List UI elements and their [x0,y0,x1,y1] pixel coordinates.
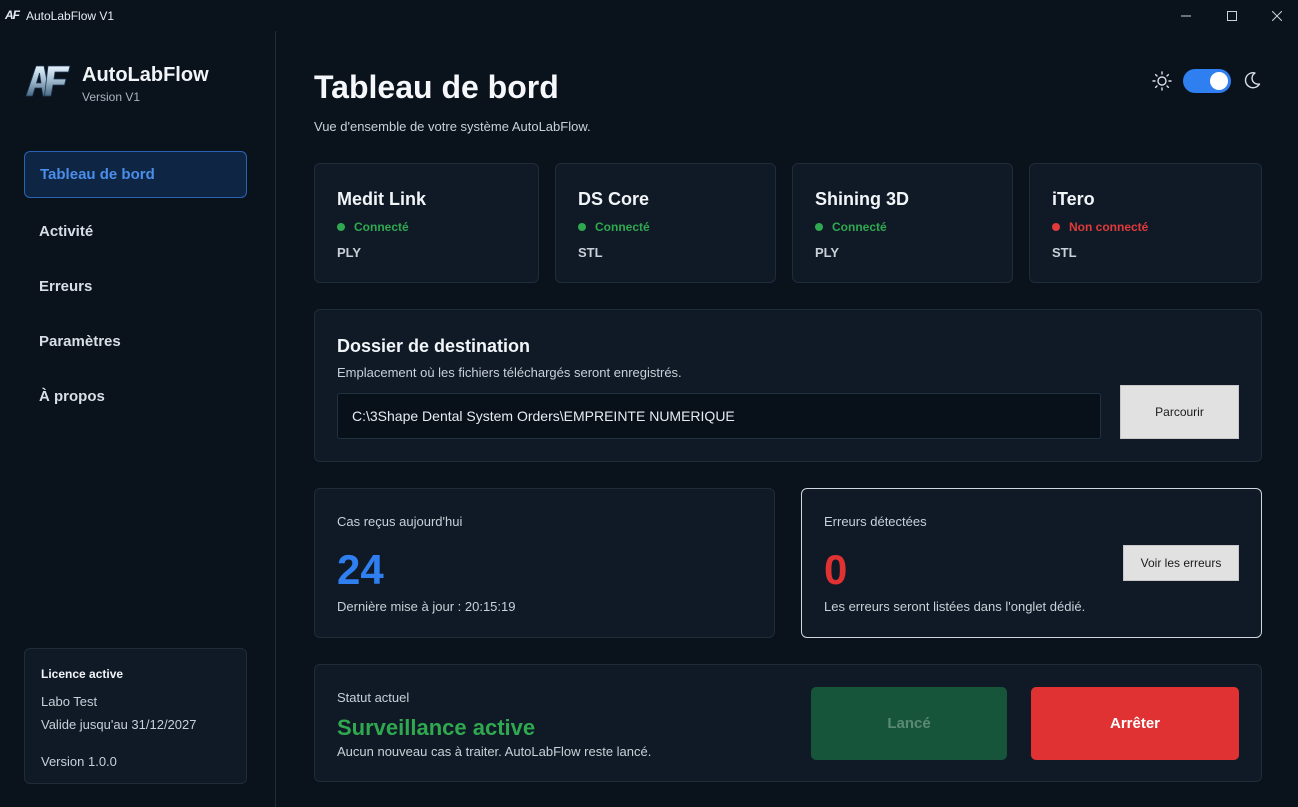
license-lab: Labo Test [41,694,98,709]
service-status-text: Connecté [354,220,409,234]
last-update: Dernière mise à jour : 20:15:19 [337,599,516,614]
license-card: Licence active Labo Test Valide jusqu'au… [24,648,247,784]
theme-toggle[interactable] [1183,69,1231,93]
service-format: STL [578,245,603,260]
destination-description: Emplacement où les fichiers téléchargés … [337,365,682,380]
service-format: PLY [815,245,840,260]
cases-count: 24 [337,546,384,593]
service-card-shining-3d: Shining 3D Connecté PLY [792,163,1013,283]
service-format: STL [1052,245,1077,260]
service-status: Connecté [337,220,409,234]
sidebar-item-erreurs[interactable]: Erreurs [24,263,247,310]
status-description: Aucun nouveau cas à traiter. AutoLabFlow… [337,744,652,759]
service-status-text: Non connecté [1069,220,1149,234]
window-title: AutoLabFlow V1 [26,9,115,23]
service-status: Connecté [578,220,650,234]
errors-description: Les erreurs seront listées dans l'onglet… [824,599,1086,614]
moon-icon[interactable] [1242,70,1262,90]
destination-title: Dossier de destination [337,336,531,356]
service-name: iTero [1052,189,1095,209]
service-card-ds-core: DS Core Connecté STL [555,163,776,283]
errors-card: Erreurs détectées 0 Les erreurs seront l… [801,488,1262,638]
service-name: Shining 3D [815,189,909,209]
app-icon: AF [5,8,20,22]
service-format: PLY [337,245,362,260]
status-dot-icon [578,223,586,231]
maximize-icon [1227,10,1237,21]
sidebar-item-a-propos[interactable]: À propos [24,373,247,420]
service-status: Non connecté [1052,220,1148,234]
license-title: Licence active [41,667,124,681]
close-button[interactable] [1254,0,1298,31]
brand-name: AutoLabFlow [82,64,209,86]
service-card-itero: iTero Non connecté STL [1029,163,1262,283]
status-label: Statut actuel [337,690,410,705]
app-version: Version 1.0.0 [41,754,117,769]
service-name: DS Core [578,189,650,209]
sidebar-divider [275,31,276,807]
close-icon [1272,10,1282,21]
errors-count: 0 [824,546,848,593]
brand-version: Version V1 [82,90,141,104]
page-title: Tableau de bord [314,69,559,105]
stop-button[interactable]: Arrêter [1031,687,1239,760]
view-errors-button[interactable]: Voir les erreurs [1123,545,1239,581]
autolabflow-logo [25,65,71,97]
launched-button[interactable]: Lancé [811,687,1007,760]
page-subtitle: Vue d'ensemble de votre système AutoLabF… [314,119,591,134]
status-value: Surveillance active [337,715,536,740]
sun-icon[interactable] [1152,71,1172,91]
service-status: Connecté [815,220,887,234]
license-validity: Valide jusqu'au 31/12/2027 [41,717,197,732]
destination-card: Dossier de destination Emplacement où le… [314,309,1262,462]
destination-path-input[interactable] [337,393,1101,439]
minimize-icon [1181,15,1191,16]
service-name: Medit Link [337,189,426,209]
sidebar-item-tableau-de-bord[interactable]: Tableau de bord [24,151,247,198]
status-dot-icon [337,223,345,231]
title-bar: AF AutoLabFlow V1 [0,0,1298,31]
toggle-knob [1210,72,1228,90]
minimize-button[interactable] [1163,0,1209,31]
service-card-medit-link: Medit Link Connecté PLY [314,163,539,283]
browse-button[interactable]: Parcourir [1120,385,1239,439]
sidebar-item-activite[interactable]: Activité [24,208,247,255]
status-dot-icon [815,223,823,231]
service-status-text: Connecté [595,220,650,234]
cases-label: Cas reçus aujourd'hui [337,514,463,529]
errors-label: Erreurs détectées [824,514,927,529]
status-dot-icon [1052,223,1060,231]
service-status-text: Connecté [832,220,887,234]
cases-today-card: Cas reçus aujourd'hui 24 Dernière mise à… [314,488,775,638]
maximize-button[interactable] [1209,0,1255,31]
sidebar-item-parametres[interactable]: Paramètres [24,318,247,365]
